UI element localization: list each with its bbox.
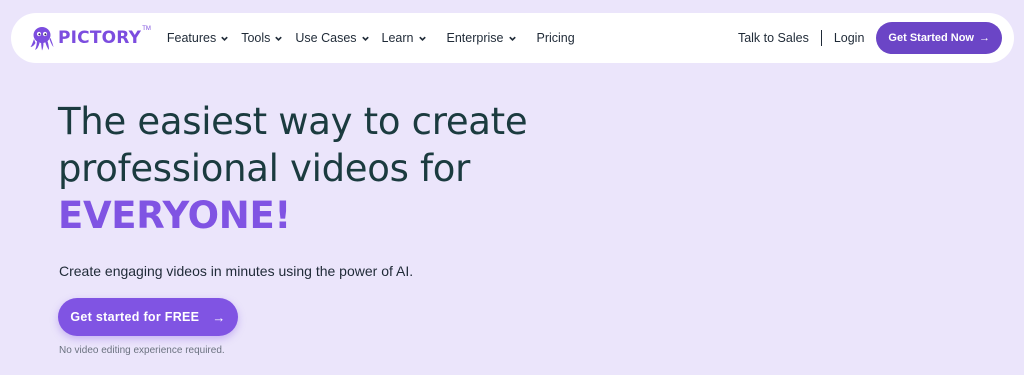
hero-heading-accent: EVERYONE! [58, 194, 291, 237]
trademark-mark: TM [142, 26, 151, 32]
nav-actions: Talk to Sales Login Get Started Now → [738, 13, 1002, 63]
hero-heading-line-1: The easiest way to create [58, 100, 528, 143]
get-started-free-button[interactable]: Get started for FREE → [58, 298, 238, 336]
hero-heading-line-2: professional videos for [58, 147, 471, 190]
nav-item-label: Use Cases [295, 31, 357, 45]
nav-item-learn[interactable]: Learn [382, 31, 427, 45]
chevron-down-icon [508, 36, 516, 41]
button-label: Get started for FREE [70, 310, 200, 324]
hero-subtitle: Create engaging videos in minutes using … [59, 263, 414, 279]
top-navbar: PICTORY TM Features Tools Use Cases Lear… [11, 13, 1014, 63]
chevron-down-icon [221, 36, 228, 41]
get-started-now-button[interactable]: Get Started Now → [876, 22, 1002, 54]
talk-to-sales-link[interactable]: Talk to Sales [738, 31, 809, 45]
main-menu: Features Tools Use Cases Learn Enterpris… [167, 13, 587, 63]
pictory-logo[interactable]: PICTORY TM [29, 13, 151, 63]
nav-item-label: Tools [241, 31, 271, 45]
chevron-down-icon [361, 36, 369, 41]
arrow-right-icon: → [212, 309, 226, 325]
nav-item-use-cases[interactable]: Use Cases [295, 31, 369, 45]
nav-item-tools[interactable]: Tools [241, 31, 283, 45]
arrow-right-icon: → [979, 32, 990, 44]
login-link[interactable]: Login [834, 31, 865, 45]
chevron-down-icon [275, 36, 283, 41]
nav-item-features[interactable]: Features [167, 31, 229, 45]
nav-item-label: Pricing [536, 31, 575, 45]
nav-item-enterprise[interactable]: Enterprise [447, 31, 517, 45]
nav-item-label: Learn [381, 31, 414, 45]
hero-heading: The easiest way to create professional v… [58, 98, 528, 239]
nav-item-label: Features [166, 31, 217, 45]
button-label: Get Started Now [888, 32, 974, 44]
nav-item-pricing[interactable]: Pricing [537, 31, 575, 45]
octopus-icon [30, 27, 54, 51]
no-experience-note: No video editing experience required. [59, 345, 225, 356]
chevron-down-icon [418, 36, 426, 41]
nav-separator [820, 30, 822, 46]
nav-item-label: Enterprise [446, 31, 504, 45]
page: PICTORY TM Features Tools Use Cases Lear… [0, 0, 1024, 375]
logo-wordmark: PICTORY [58, 28, 142, 48]
